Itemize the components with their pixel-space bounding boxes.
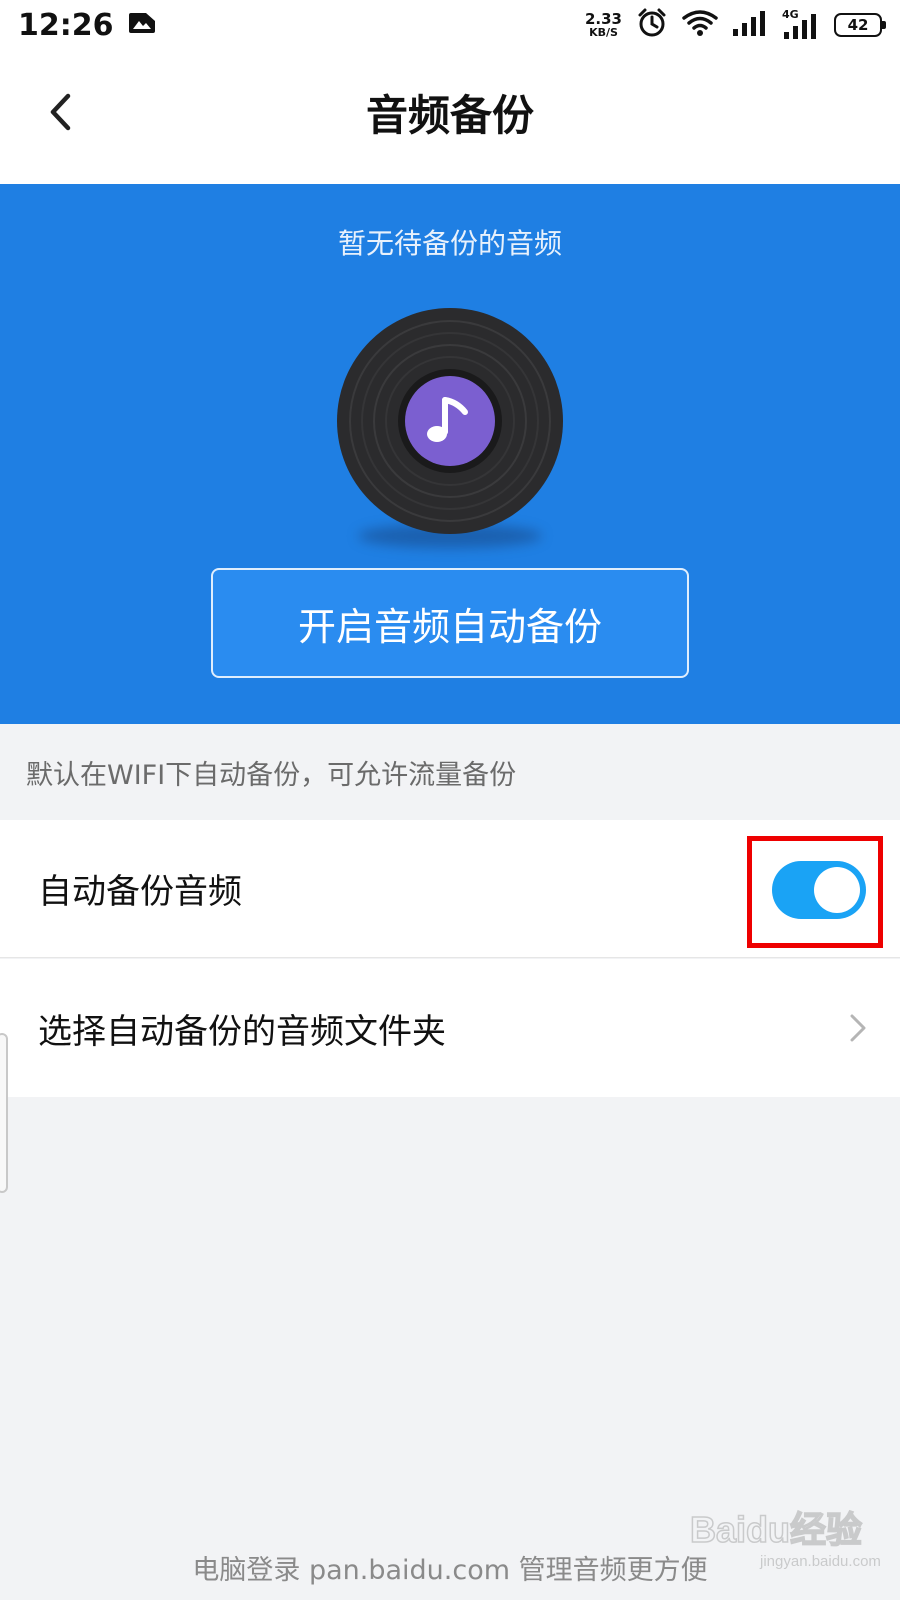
backup-hint: 默认在WIFI下自动备份，可允许流量备份	[0, 724, 900, 820]
backup-banner: 暂无待备份的音频 开启音频自动备份	[0, 184, 900, 724]
enable-auto-backup-button[interactable]: 开启音频自动备份	[211, 568, 689, 678]
vinyl-music-note-icon	[333, 304, 567, 538]
backup-folder-label: 选择自动备份的音频文件夹	[38, 1011, 446, 1052]
alarm-icon	[636, 7, 668, 43]
chevron-left-icon	[50, 93, 71, 131]
net-speed-unit: KB/S	[589, 26, 618, 39]
auto-backup-toggle[interactable]	[772, 861, 866, 919]
status-time: 12:26	[18, 7, 114, 43]
backup-folder-row[interactable]: 选择自动备份的音频文件夹	[0, 959, 900, 1097]
back-button[interactable]	[38, 86, 82, 138]
battery-icon: 42	[834, 13, 886, 37]
baidu-jingyan-watermark: Baidu经验 jingyan.baidu.com	[689, 1498, 890, 1578]
watermark-url: jingyan.baidu.com	[759, 1553, 881, 1570]
wifi-icon	[682, 9, 718, 41]
banner-message: 暂无待备份的音频	[337, 227, 562, 260]
app-header: 音频备份	[0, 50, 900, 184]
signal-icon	[732, 9, 768, 41]
net-speed: 2.33 KB/S	[584, 10, 622, 39]
page-title: 音频备份	[365, 90, 534, 140]
chevron-right-icon	[850, 1014, 866, 1042]
status-bar: 12:26 2.33 KB/S 4G 42	[0, 0, 900, 50]
signal-4g-icon: 4G	[782, 8, 820, 40]
net-speed-value: 2.33	[584, 10, 622, 28]
toggle-knob	[814, 867, 860, 913]
image-notification-icon	[128, 11, 156, 39]
status-right: 2.33 KB/S 4G 42	[584, 7, 886, 43]
edge-handle[interactable]	[0, 1033, 8, 1193]
status-left: 12:26	[18, 8, 156, 43]
watermark-brand: Baidu经验	[690, 1509, 862, 1550]
auto-backup-label: 自动备份音频	[38, 872, 242, 912]
